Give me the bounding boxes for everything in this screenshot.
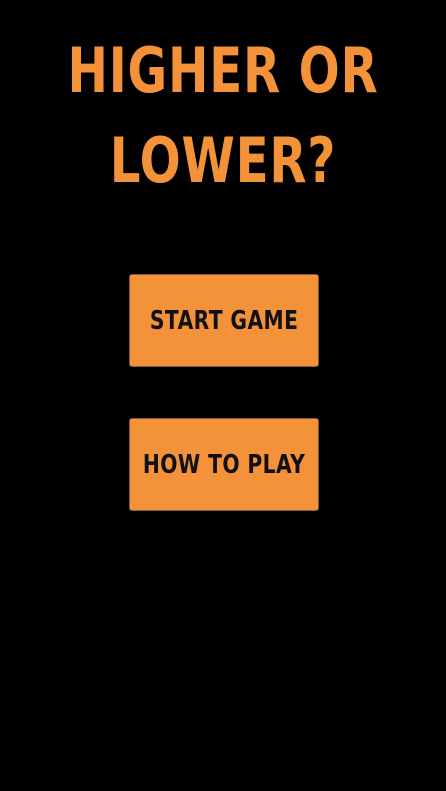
start-game-button[interactable]: START GAME xyxy=(129,274,319,367)
how-to-play-label: HOW TO PLAY xyxy=(142,449,306,480)
how-to-play-button[interactable]: HOW TO PLAY xyxy=(129,418,319,511)
title-line-2: LOWER? xyxy=(109,124,337,197)
game-screen: HIGHER OR LOWER? START GAME HOW TO PLAY xyxy=(0,0,446,791)
title-line-1: HIGHER OR xyxy=(67,34,379,107)
game-title: HIGHER OR LOWER? xyxy=(49,26,397,206)
start-game-label: START GAME xyxy=(149,305,299,336)
